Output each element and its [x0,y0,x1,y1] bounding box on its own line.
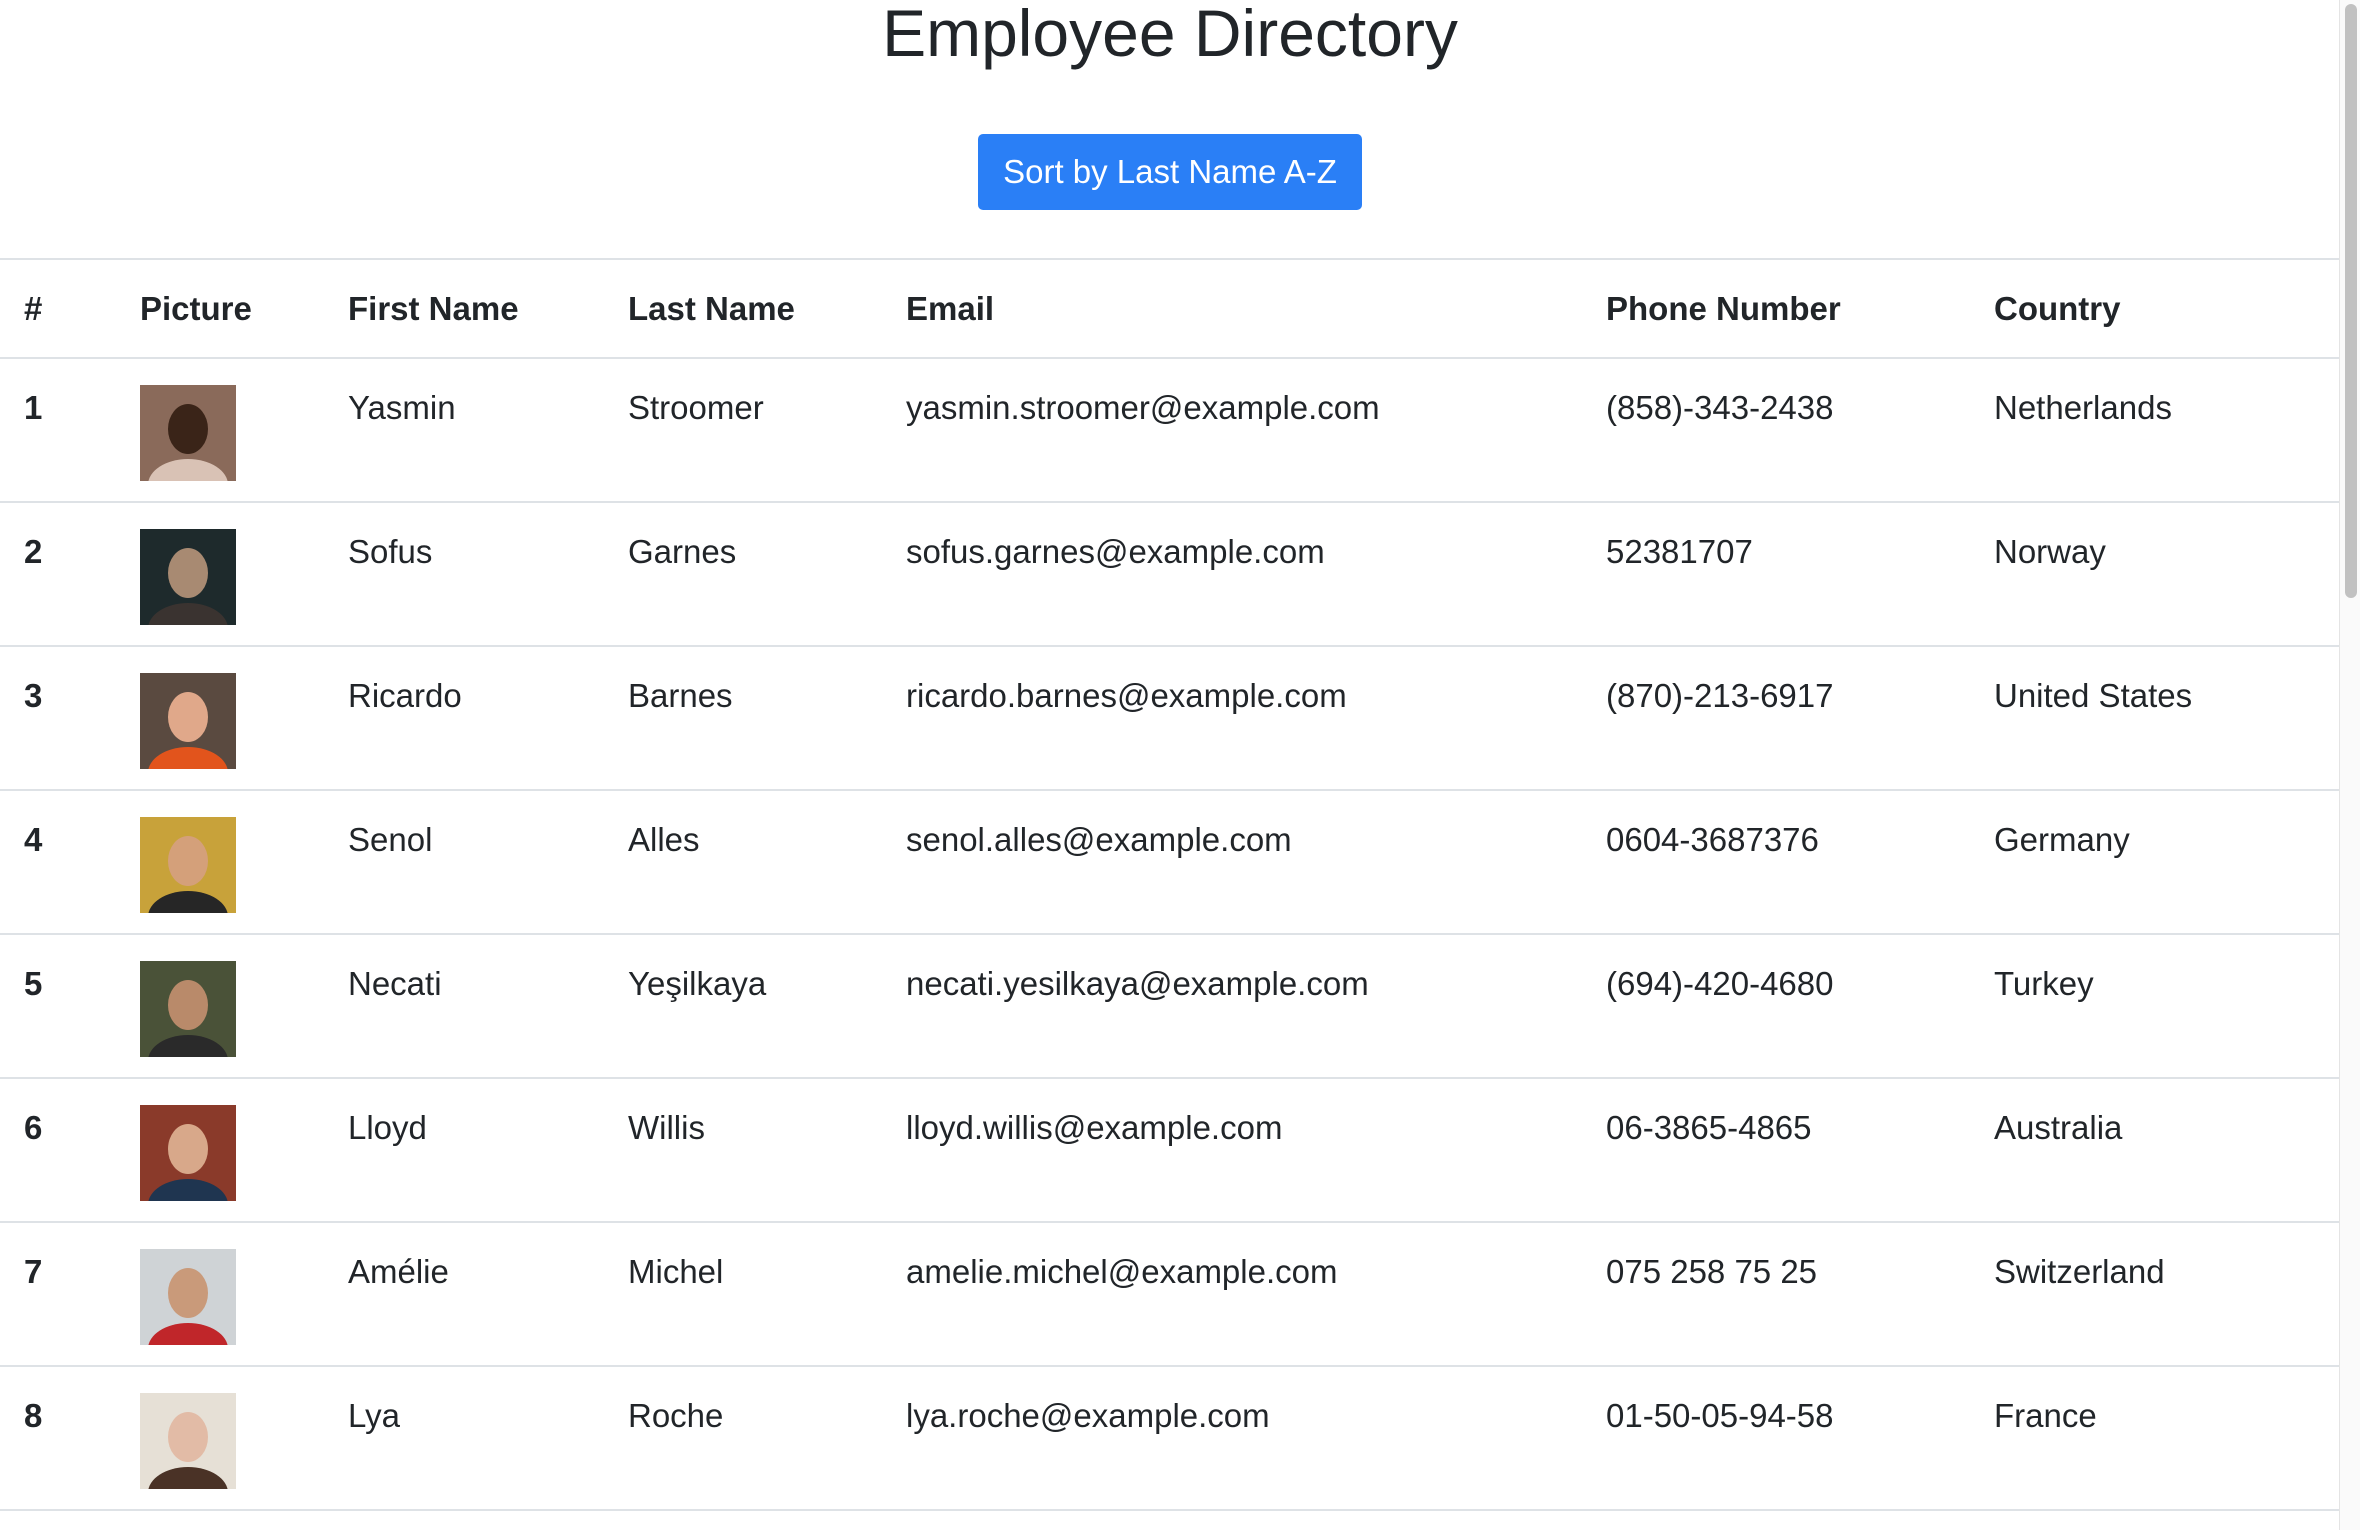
last-name-cell: Willis [628,1078,906,1223]
picture-cell [140,358,348,503]
scrollbar-thumb[interactable] [2345,4,2357,598]
first-name-cell: Yasmin [348,358,628,503]
phone-number-cell: 52381707 [1606,502,1994,647]
first-name-cell: Sofus [348,502,628,647]
phone-number-cell: 0604-3687376 [1606,790,1994,935]
column-header-last-name: Last Name [628,258,906,359]
phone-number-cell: (694)-420-4680 [1606,934,1994,1079]
table-row: 1 Yasmin Stroomer yasmin.stroomer@example.c… [0,358,2340,503]
table-row: 8 Lya Roche lya.roche@example.com 01-50-05-9… [0,1366,2340,1511]
phone-number-cell: 075 258 75 25 [1606,1222,1994,1367]
row-number: 8 [0,1366,140,1511]
table-body: 1 Yasmin Stroomer yasmin.stroomer@example.c… [0,358,2340,1511]
picture-cell [140,934,348,1079]
row-number: 5 [0,934,140,1079]
table-row: 2 Sofus Garnes sofus.garnes@example.com 5238… [0,502,2340,647]
table-row: 4 Senol Alles senol.alles@example.com 0604-3… [0,790,2340,935]
picture-cell [140,790,348,935]
country-cell: Germany [1994,790,2340,935]
row-number: 4 [0,790,140,935]
column-header-email: Email [906,258,1606,359]
avatar [140,1393,236,1489]
last-name-cell: Michel [628,1222,906,1367]
first-name-cell: Lya [348,1366,628,1511]
table-row: 3 Ricardo Barnes ricardo.barnes@example.com… [0,646,2340,791]
phone-number-cell: (870)-213-6917 [1606,646,1994,791]
first-name-cell: Senol [348,790,628,935]
email-cell: sofus.garnes@example.com [906,502,1606,647]
employee-table: # Picture First Name Last Name Email Pho… [0,258,2340,1511]
row-number: 2 [0,502,140,647]
email-cell: lloyd.willis@example.com [906,1078,1606,1223]
phone-number-cell: 06-3865-4865 [1606,1078,1994,1223]
first-name-cell: Lloyd [348,1078,628,1223]
last-name-cell: Yeşilkaya [628,934,906,1079]
column-header-phone-number: Phone Number [1606,258,1994,359]
page-content: Employee Directory Sort by Last Name A-Z… [0,0,2340,1530]
picture-cell [140,1078,348,1223]
table-row: 6 Lloyd Willis lloyd.willis@example.com 06-3… [0,1078,2340,1223]
table-row: 5 Necati Yeşilkaya necati.yesilkaya@example… [0,934,2340,1079]
page-title: Employee Directory [882,0,1458,70]
email-cell: senol.alles@example.com [906,790,1606,935]
row-number: 7 [0,1222,140,1367]
country-cell: France [1994,1366,2340,1511]
row-number: 1 [0,358,140,503]
column-header-country: Country [1994,258,2340,359]
first-name-cell: Amélie [348,1222,628,1367]
avatar [140,673,236,769]
picture-cell [140,502,348,647]
picture-cell [140,646,348,791]
table-header-row: # Picture First Name Last Name Email Pho… [0,258,2340,359]
column-header-first-name: First Name [348,258,628,359]
first-name-cell: Necati [348,934,628,1079]
last-name-cell: Alles [628,790,906,935]
picture-cell [140,1366,348,1511]
country-cell: Australia [1994,1078,2340,1223]
email-cell: lya.roche@example.com [906,1366,1606,1511]
avatar [140,1105,236,1201]
row-number: 6 [0,1078,140,1223]
vertical-scrollbar[interactable] [2339,0,2360,1530]
avatar [140,817,236,913]
last-name-cell: Roche [628,1366,906,1511]
country-cell: Norway [1994,502,2340,647]
picture-cell [140,1222,348,1367]
avatar [140,385,236,481]
table-row: 7 Amélie Michel amelie.michel@example.com 07… [0,1222,2340,1367]
last-name-cell: Garnes [628,502,906,647]
last-name-cell: Stroomer [628,358,906,503]
avatar [140,1249,236,1345]
country-cell: United States [1994,646,2340,791]
avatar [140,961,236,1057]
country-cell: Turkey [1994,934,2340,1079]
email-cell: ricardo.barnes@example.com [906,646,1606,791]
email-cell: necati.yesilkaya@example.com [906,934,1606,1079]
row-number: 3 [0,646,140,791]
email-cell: amelie.michel@example.com [906,1222,1606,1367]
avatar [140,529,236,625]
phone-number-cell: 01-50-05-94-58 [1606,1366,1994,1511]
last-name-cell: Barnes [628,646,906,791]
email-cell: yasmin.stroomer@example.com [906,358,1606,503]
sort-by-last-name-button[interactable]: Sort by Last Name A-Z [978,134,1362,210]
first-name-cell: Ricardo [348,646,628,791]
table-header: # Picture First Name Last Name Email Pho… [0,258,2340,359]
country-cell: Netherlands [1994,358,2340,503]
column-header-picture: Picture [140,258,348,359]
column-header-number: # [0,258,140,359]
phone-number-cell: (858)-343-2438 [1606,358,1994,503]
country-cell: Switzerland [1994,1222,2340,1367]
